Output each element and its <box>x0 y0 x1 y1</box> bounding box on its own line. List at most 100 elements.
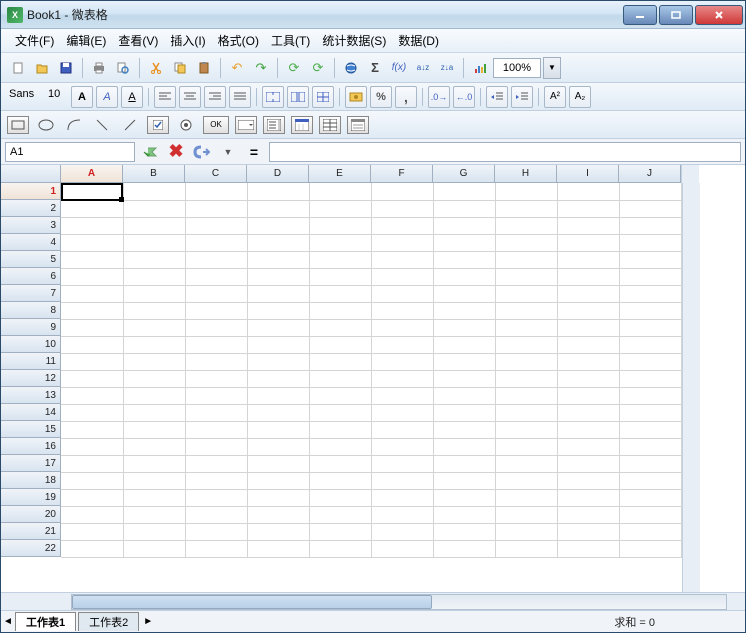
cell[interactable] <box>619 302 681 319</box>
cell[interactable] <box>433 200 495 217</box>
cell[interactable] <box>61 183 123 200</box>
cell[interactable] <box>185 251 247 268</box>
menu-tools[interactable]: 工具(T) <box>265 30 316 51</box>
cell[interactable] <box>619 370 681 387</box>
cell[interactable] <box>309 438 371 455</box>
cell[interactable] <box>123 421 185 438</box>
row-header[interactable]: 10 <box>1 336 61 353</box>
cell[interactable] <box>123 285 185 302</box>
column-header[interactable]: D <box>247 165 309 183</box>
cell[interactable] <box>123 268 185 285</box>
row-header[interactable]: 1 <box>1 183 61 200</box>
cut-icon[interactable] <box>145 57 167 79</box>
row-header[interactable]: 15 <box>1 421 61 438</box>
menu-insert[interactable]: 插入(I) <box>164 30 211 51</box>
dropdown-control-icon[interactable] <box>235 116 257 134</box>
row-header[interactable]: 22 <box>1 540 61 557</box>
cell[interactable] <box>123 387 185 404</box>
cell[interactable] <box>61 540 123 557</box>
cells-area[interactable] <box>61 183 682 592</box>
cell[interactable] <box>371 370 433 387</box>
cell[interactable] <box>495 404 557 421</box>
cell[interactable] <box>433 421 495 438</box>
cell[interactable] <box>371 472 433 489</box>
cell[interactable] <box>371 438 433 455</box>
column-header[interactable]: E <box>309 165 371 183</box>
cell[interactable] <box>123 370 185 387</box>
print-icon[interactable] <box>88 57 110 79</box>
row-header[interactable]: 4 <box>1 234 61 251</box>
cell[interactable] <box>185 370 247 387</box>
align-center-icon[interactable] <box>179 86 201 108</box>
cell[interactable] <box>247 268 309 285</box>
open-icon[interactable] <box>31 57 53 79</box>
cell[interactable] <box>371 455 433 472</box>
row-header[interactable]: 5 <box>1 251 61 268</box>
cell[interactable] <box>371 268 433 285</box>
cell[interactable] <box>371 523 433 540</box>
column-header[interactable]: G <box>433 165 495 183</box>
cell[interactable] <box>619 438 681 455</box>
cell[interactable] <box>619 251 681 268</box>
cell[interactable] <box>185 336 247 353</box>
refresh2-icon[interactable]: ⟳ <box>307 57 329 79</box>
cell[interactable] <box>495 183 557 200</box>
cell[interactable] <box>61 336 123 353</box>
row-header[interactable]: 7 <box>1 285 61 302</box>
cell[interactable] <box>123 183 185 200</box>
cell[interactable] <box>61 268 123 285</box>
cell[interactable] <box>557 251 619 268</box>
cell[interactable] <box>495 302 557 319</box>
cell[interactable] <box>557 540 619 557</box>
cell[interactable] <box>185 234 247 251</box>
sort-desc-icon[interactable]: z↓a <box>436 57 458 79</box>
cell[interactable] <box>619 285 681 302</box>
cell[interactable] <box>371 540 433 557</box>
cell[interactable] <box>557 489 619 506</box>
cell[interactable] <box>557 285 619 302</box>
horizontal-scrollbar[interactable] <box>1 592 745 610</box>
cell[interactable] <box>309 489 371 506</box>
cell[interactable] <box>61 234 123 251</box>
cell[interactable] <box>619 200 681 217</box>
cell[interactable] <box>247 200 309 217</box>
cell[interactable] <box>433 404 495 421</box>
cell[interactable] <box>61 302 123 319</box>
cell[interactable] <box>123 217 185 234</box>
cell[interactable] <box>495 472 557 489</box>
cell[interactable] <box>185 183 247 200</box>
cell[interactable] <box>371 421 433 438</box>
cell[interactable] <box>247 251 309 268</box>
cell[interactable] <box>185 387 247 404</box>
row-header[interactable]: 11 <box>1 353 61 370</box>
split-cells-icon[interactable] <box>287 86 309 108</box>
cell[interactable] <box>123 336 185 353</box>
cell[interactable] <box>433 353 495 370</box>
new-icon[interactable] <box>7 57 29 79</box>
row-header[interactable]: 20 <box>1 506 61 523</box>
tab-nav-next[interactable]: ► <box>141 613 155 631</box>
cell[interactable] <box>557 506 619 523</box>
cell[interactable] <box>309 472 371 489</box>
cell[interactable] <box>123 251 185 268</box>
increase-indent-icon[interactable] <box>511 86 533 108</box>
cell[interactable] <box>61 506 123 523</box>
cell[interactable] <box>61 370 123 387</box>
row-header[interactable]: 9 <box>1 319 61 336</box>
cell[interactable] <box>557 370 619 387</box>
print-preview-icon[interactable] <box>112 57 134 79</box>
row-header[interactable]: 19 <box>1 489 61 506</box>
cell[interactable] <box>557 234 619 251</box>
cell[interactable] <box>123 319 185 336</box>
font-size[interactable]: 10 <box>46 88 68 106</box>
cell[interactable] <box>247 404 309 421</box>
cell[interactable] <box>495 370 557 387</box>
align-justify-icon[interactable] <box>229 86 251 108</box>
cell[interactable] <box>371 387 433 404</box>
cell[interactable] <box>371 251 433 268</box>
align-right-icon[interactable] <box>204 86 226 108</box>
redo-icon[interactable]: ↷ <box>250 57 272 79</box>
copy-icon[interactable] <box>169 57 191 79</box>
cell[interactable] <box>185 268 247 285</box>
menu-stats[interactable]: 统计数据(S) <box>316 30 392 51</box>
